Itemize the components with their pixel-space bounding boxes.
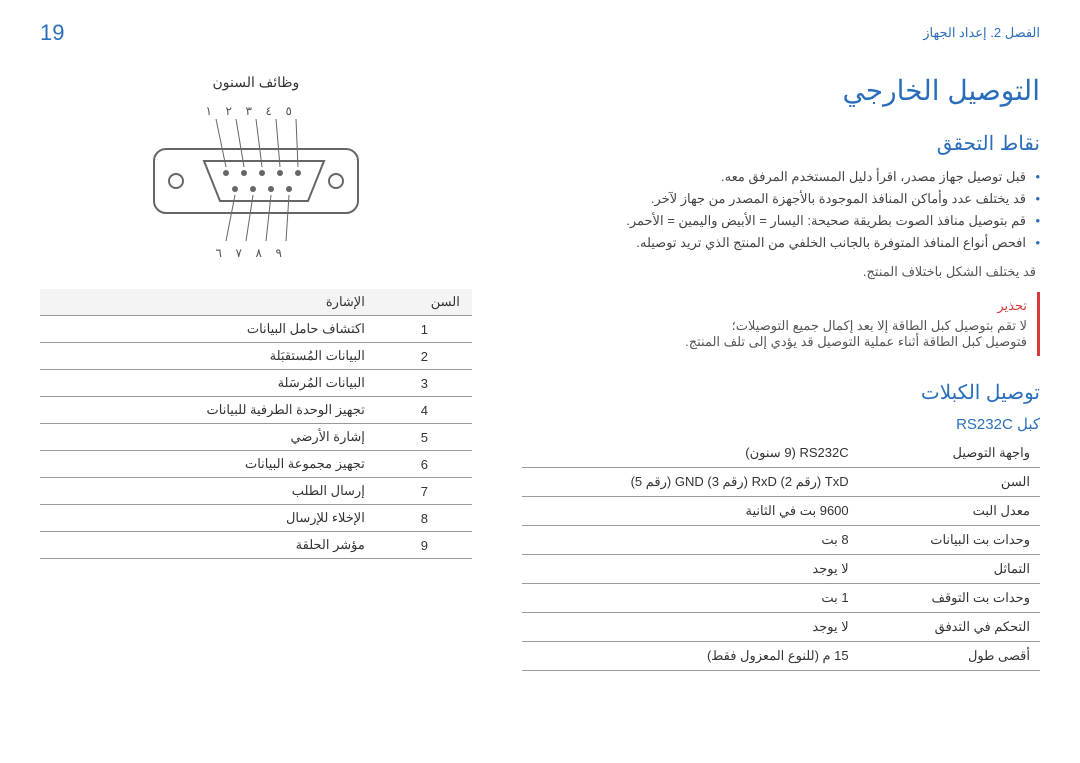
cell-sig: البيانات المُرسَلة: [40, 370, 377, 397]
cell-sig: تجهيز الوحدة الطرفية للبيانات: [40, 397, 377, 424]
list-item: افحص أنواع المنافذ المتوفرة بالجانب الخل…: [522, 232, 1040, 254]
table-row: 9مؤشر الحلقة: [40, 532, 472, 559]
page-number: 19: [40, 20, 64, 46]
cables-heading: توصيل الكبلات: [522, 380, 1040, 405]
table-row: 1اكتشاف حامل البيانات: [40, 316, 472, 343]
cell-key: واجهة التوصيل: [859, 439, 1040, 468]
svg-text:٨: ٨: [255, 246, 262, 260]
table-row: وحدات بت البيانات8 بت: [522, 526, 1040, 555]
cell-key: التماثل: [859, 555, 1040, 584]
warning-line: فتوصيل كبل الطاقة أثناء عملية التوصيل قد…: [532, 334, 1027, 350]
cell-sig: إشارة الأرضي: [40, 424, 377, 451]
cell-val: 8 بت: [522, 526, 859, 555]
table-row: 3البيانات المُرسَلة: [40, 370, 472, 397]
table-row: 7إرسال الطلب: [40, 478, 472, 505]
cell-key: التحكم في التدفق: [859, 613, 1040, 642]
svg-text:٤: ٤: [265, 104, 271, 118]
checkpoints-list: قبل توصيل جهاز مصدر، اقرأ دليل المستخدم …: [522, 166, 1040, 254]
cell-key: أقصى طول: [859, 642, 1040, 671]
table-row: التحكم في التدفقلا يوجد: [522, 613, 1040, 642]
side-column: وظائف السنون ١ ٢ ٣ ٤ ٥: [40, 74, 472, 671]
table-row: 6تجهيز مجموعة البيانات: [40, 451, 472, 478]
cell-pin: 7: [377, 478, 472, 505]
cell-val: لا يوجد: [522, 555, 859, 584]
svg-text:٦: ٦: [215, 246, 221, 260]
shape-note: قد يختلف الشكل باختلاف المنتج.: [522, 264, 1040, 280]
cell-val: 1 بت: [522, 584, 859, 613]
cell-pin: 3: [377, 370, 472, 397]
svg-text:٢: ٢: [225, 104, 231, 118]
cell-sig: مؤشر الحلقة: [40, 532, 377, 559]
table-row: معدل البت9600 بت في الثانية: [522, 497, 1040, 526]
list-item: قبل توصيل جهاز مصدر، اقرأ دليل المستخدم …: [522, 166, 1040, 188]
warning-title: تحذير: [532, 298, 1027, 314]
pins-table: السن الإشارة 1اكتشاف حامل البيانات 2البي…: [40, 289, 472, 559]
page: الفصل 2. إعداد الجهاز 19 التوصيل الخارجي…: [0, 0, 1080, 763]
cell-key: معدل البت: [859, 497, 1040, 526]
cell-key: وحدات بت البيانات: [859, 526, 1040, 555]
cell-val: TxD (رقم 2) RxD (رقم 3) GND (رقم 5): [522, 468, 859, 497]
svg-text:٩: ٩: [275, 246, 281, 260]
cell-pin: 1: [377, 316, 472, 343]
list-item: قم بتوصيل منافذ الصوت بطريقة صحيحة: اليس…: [522, 210, 1040, 232]
cell-pin: 6: [377, 451, 472, 478]
cell-sig: البيانات المُستقبَلة: [40, 343, 377, 370]
cell-val: 15 م (للنوع المعزول فقط): [522, 642, 859, 671]
table-row: واجهة التوصيلRS232C (9 سنون): [522, 439, 1040, 468]
page-header: الفصل 2. إعداد الجهاز 19: [40, 20, 1040, 46]
cell-pin: 5: [377, 424, 472, 451]
table-row: 4تجهيز الوحدة الطرفية للبيانات: [40, 397, 472, 424]
th-sig: الإشارة: [40, 289, 377, 316]
pins-heading: وظائف السنون: [40, 74, 472, 91]
cell-sig: تجهيز مجموعة البيانات: [40, 451, 377, 478]
cell-pin: 8: [377, 505, 472, 532]
warning-line: لا تقم بتوصيل كبل الطاقة إلا بعد إكمال ج…: [532, 318, 1027, 334]
table-row: 8الإخلاء للإرسال: [40, 505, 472, 532]
cell-sig: إرسال الطلب: [40, 478, 377, 505]
cell-val: RS232C (9 سنون): [522, 439, 859, 468]
svg-text:٥: ٥: [285, 104, 291, 118]
table-row: 2البيانات المُستقبَلة: [40, 343, 472, 370]
checkpoints-heading: نقاط التحقق: [522, 131, 1040, 156]
table-row: 5إشارة الأرضي: [40, 424, 472, 451]
warning-box: تحذير لا تقم بتوصيل كبل الطاقة إلا بعد إ…: [522, 292, 1040, 356]
table-row: التماثللا يوجد: [522, 555, 1040, 584]
svg-text:٧: ٧: [235, 246, 242, 260]
page-title: التوصيل الخارجي: [522, 74, 1040, 107]
th-pin: السن: [377, 289, 472, 316]
cell-sig: الإخلاء للإرسال: [40, 505, 377, 532]
cell-val: 9600 بت في الثانية: [522, 497, 859, 526]
cell-val: لا يوجد: [522, 613, 859, 642]
connector-diagram: ١ ٢ ٣ ٤ ٥: [40, 101, 472, 271]
cell-pin: 9: [377, 532, 472, 559]
cell-pin: 4: [377, 397, 472, 424]
cell-key: وحدات بت التوقف: [859, 584, 1040, 613]
cell-sig: اكتشاف حامل البيانات: [40, 316, 377, 343]
cable-table: واجهة التوصيلRS232C (9 سنون) السنTxD (رق…: [522, 439, 1040, 671]
breadcrumb: الفصل 2. إعداد الجهاز: [923, 25, 1040, 41]
svg-text:١: ١: [205, 104, 211, 118]
list-item: قد يختلف عدد وأماكن المنافذ الموجودة بال…: [522, 188, 1040, 210]
main-column: التوصيل الخارجي نقاط التحقق قبل توصيل جه…: [522, 74, 1040, 671]
cell-pin: 2: [377, 343, 472, 370]
table-row: السنTxD (رقم 2) RxD (رقم 3) GND (رقم 5): [522, 468, 1040, 497]
table-row: وحدات بت التوقف1 بت: [522, 584, 1040, 613]
cable-subheading: كبل RS232C: [522, 415, 1040, 433]
table-row: أقصى طول15 م (للنوع المعزول فقط): [522, 642, 1040, 671]
cell-key: السن: [859, 468, 1040, 497]
svg-text:٣: ٣: [245, 104, 252, 118]
